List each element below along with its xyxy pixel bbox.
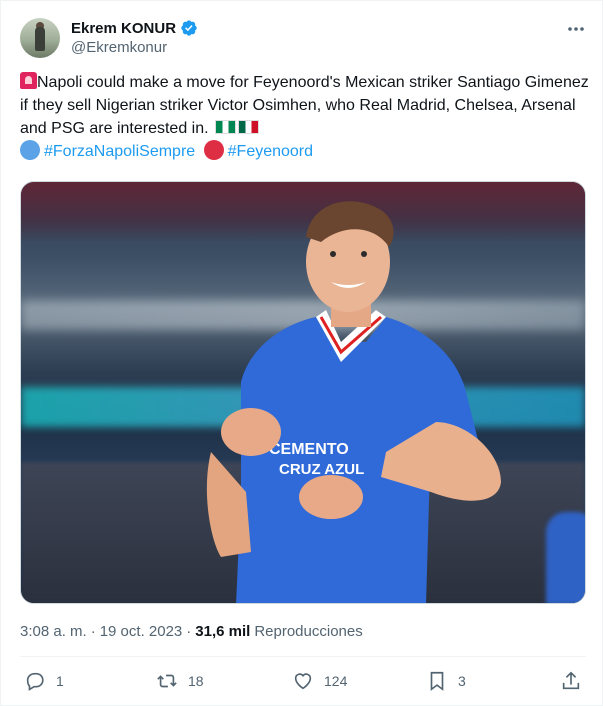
views-label: Reproducciones xyxy=(254,623,363,640)
hashtag-forzanapolisempre[interactable]: #ForzaNapoliSempre xyxy=(44,143,195,160)
photo-player-figure: CEMENTO CRUZ AZUL xyxy=(206,201,501,603)
like-button[interactable]: 124 xyxy=(292,667,347,695)
svg-text:CEMENTO: CEMENTO xyxy=(269,441,349,458)
tweet-photo[interactable]: CEMENTO CRUZ AZUL xyxy=(20,181,586,604)
avatar[interactable] xyxy=(20,18,60,58)
hashtag-feyenoord[interactable]: #Feyenoord xyxy=(228,143,313,160)
bookmark-icon xyxy=(430,671,444,691)
retweet-button[interactable]: 18 xyxy=(156,667,204,695)
bookmark-count: 3 xyxy=(458,673,466,689)
red-circle-icon xyxy=(203,140,224,160)
handle[interactable]: @Ekremkonur xyxy=(71,39,167,56)
mexico-flag-icon xyxy=(238,120,260,134)
reply-count: 1 xyxy=(56,673,64,689)
reply-button[interactable]: 1 xyxy=(24,667,64,695)
heart-icon xyxy=(294,673,312,690)
tweet-card[interactable]: Ekrem KONUR @Ekremkonur Napoli could mak… xyxy=(0,0,603,706)
tweet-time[interactable]: 3:08 a. m. xyxy=(20,623,87,640)
display-name[interactable]: Ekrem KONUR xyxy=(71,20,176,37)
photo-background-player xyxy=(546,512,585,603)
reply-icon xyxy=(26,672,44,691)
verified-badge-icon xyxy=(181,20,197,36)
share-icon xyxy=(562,671,580,690)
meta-separator: · xyxy=(90,623,96,640)
like-count: 124 xyxy=(324,673,348,689)
bookmark-button[interactable]: 3 xyxy=(426,667,466,695)
action-bar: 1 18 124 3 xyxy=(20,667,586,695)
name-row: Ekrem KONUR xyxy=(71,18,198,38)
meta-separator-2: · xyxy=(186,623,192,640)
siren-emoji-icon xyxy=(20,72,37,89)
views-count: 31,6 mil xyxy=(195,623,251,640)
hashtag-line: #ForzaNapoliSempre #Feyenoord xyxy=(20,140,590,163)
more-dots-icon[interactable] xyxy=(563,20,589,38)
retweet-icon xyxy=(157,674,177,688)
tweet-body: Napoli could make a move for Feyenoord's… xyxy=(20,74,589,137)
tweet-meta: 3:08 a. m. · 19 oct. 2023 · 31,6 mil Rep… xyxy=(20,623,363,640)
avatar-figure xyxy=(35,27,45,51)
retweet-count: 18 xyxy=(188,673,204,689)
tweet-date[interactable]: 19 oct. 2023 xyxy=(100,623,183,640)
tweet-text: Napoli could make a move for Feyenoord's… xyxy=(20,71,590,163)
blue-circle-icon xyxy=(20,140,40,160)
svg-text:CRUZ AZUL: CRUZ AZUL xyxy=(279,461,364,478)
share-button[interactable] xyxy=(560,667,582,695)
divider xyxy=(20,656,586,657)
nigeria-flag-icon xyxy=(215,120,237,134)
